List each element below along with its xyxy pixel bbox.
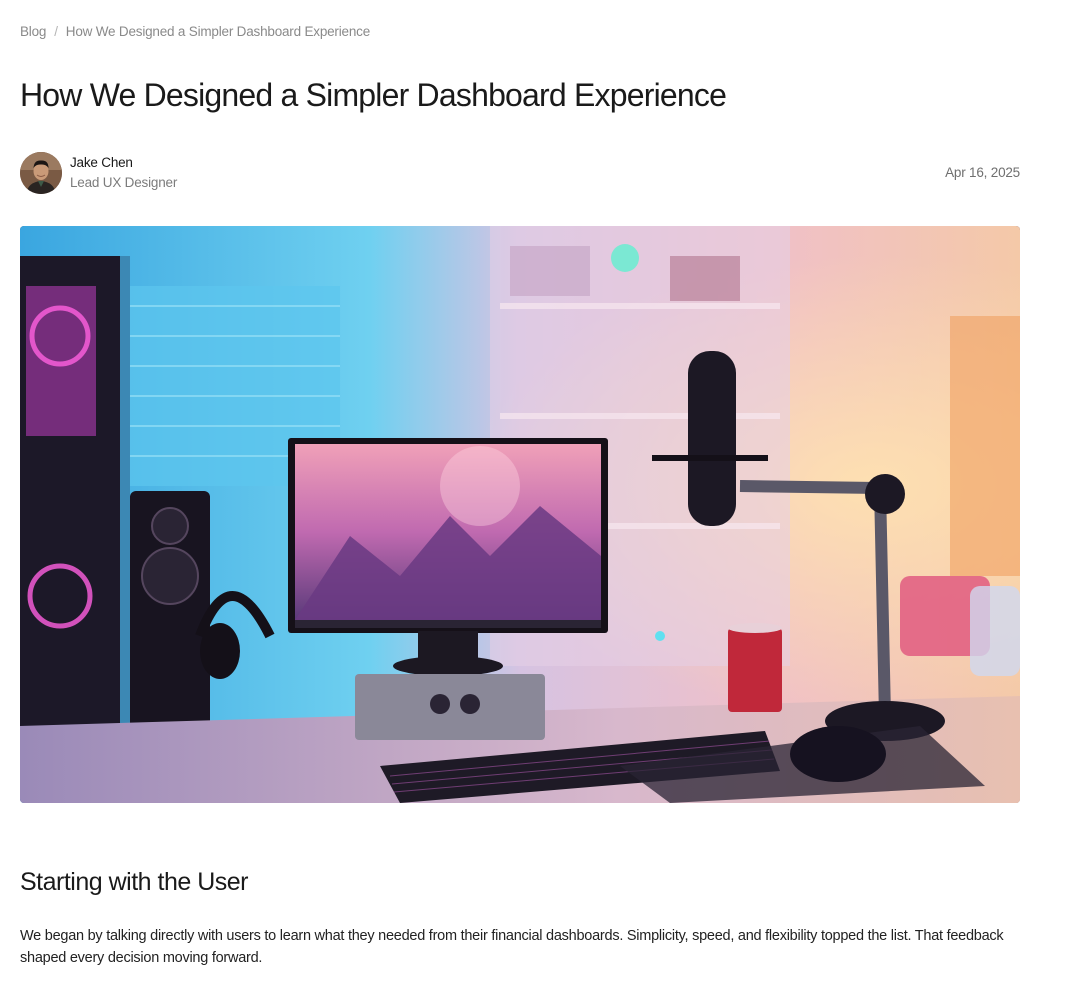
publish-date: Apr 16, 2025 bbox=[945, 165, 1020, 180]
breadcrumb-separator: / bbox=[54, 24, 58, 39]
section-heading: Starting with the User bbox=[20, 868, 249, 896]
avatar bbox=[20, 152, 62, 194]
author-row: Jake Chen Lead UX Designer Apr 16, 2025 bbox=[20, 152, 1020, 196]
author-role: Lead UX Designer bbox=[70, 175, 178, 190]
breadcrumb-blog-link[interactable]: Blog bbox=[20, 24, 46, 39]
breadcrumb-current: How We Designed a Simpler Dashboard Expe… bbox=[65, 24, 371, 39]
breadcrumb: Blog / How We Designed a Simpler Dashboa… bbox=[20, 24, 370, 39]
page-title: How We Designed a Simpler Dashboard Expe… bbox=[20, 77, 727, 113]
hero-image bbox=[20, 226, 1020, 803]
section-paragraph: We began by talking directly with users … bbox=[20, 928, 1004, 966]
author-name[interactable]: Jake Chen bbox=[70, 155, 133, 170]
